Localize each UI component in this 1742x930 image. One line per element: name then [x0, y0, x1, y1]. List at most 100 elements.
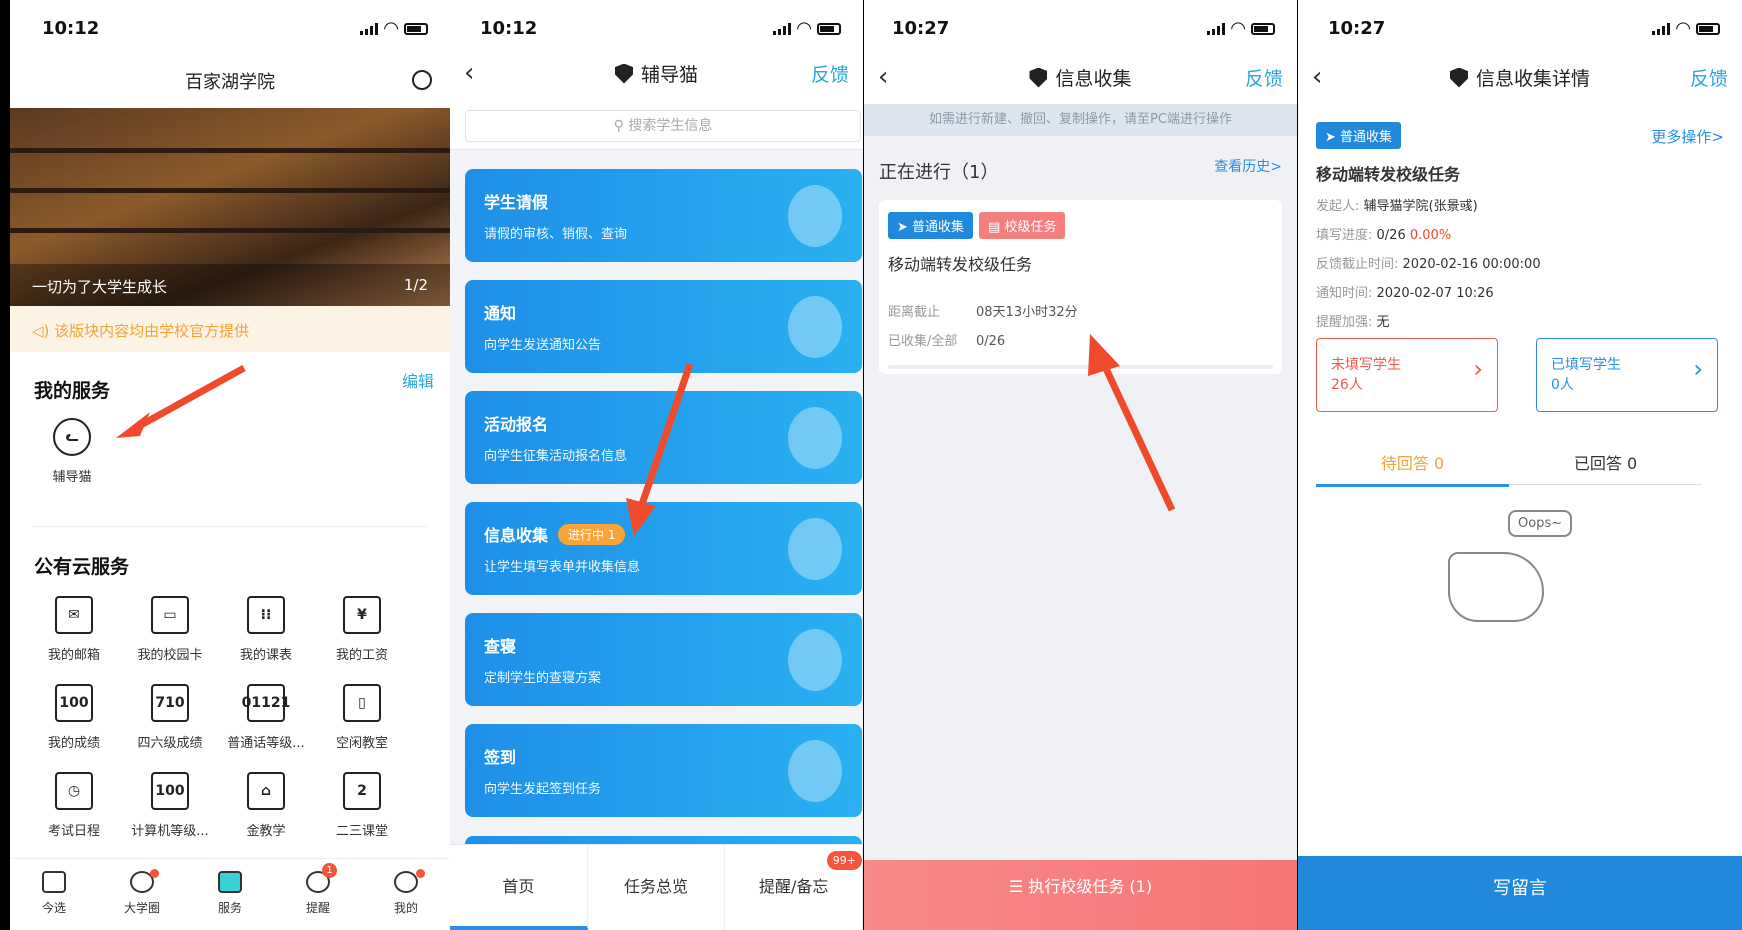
remind-value: 无 — [1376, 315, 1390, 330]
tab-daxuequan[interactable]: 大学圈 — [98, 859, 186, 930]
feature-card[interactable]: 信息收集 进行中 1 让学生填写表单并收集信息 — [465, 502, 862, 595]
tab-wode[interactable]: 我的 — [362, 859, 450, 930]
exam-icon: ◷ — [55, 772, 93, 810]
nav-bar: ‹ 信息收集详情 反馈 — [1298, 58, 1742, 98]
card-title: 信息收集 — [484, 526, 549, 545]
header: ‹ 辅导猫 反馈 ⚲ 搜索学生信息 — [450, 58, 863, 150]
status-bar: 10:27 ◠ — [1298, 0, 1742, 58]
mandarin-icon: 01121 — [242, 684, 290, 722]
tab-tixing[interactable]: 1 提醒 — [274, 859, 362, 930]
tab-pending[interactable]: 待回答 0 — [1316, 450, 1509, 487]
notify-value: 2020-02-07 10:26 — [1376, 286, 1494, 301]
nav-title: 信息收集详情 — [1475, 68, 1590, 90]
tab-label: 提醒 — [305, 901, 330, 915]
back-icon[interactable]: ‹ — [464, 58, 474, 88]
collected-label: 已收集/全部 — [888, 334, 958, 349]
tab-answered[interactable]: 已回答 0 — [1509, 450, 1702, 485]
tab-label: 服务 — [217, 901, 242, 915]
status-time: 10:27 — [892, 18, 950, 39]
collected-value: 0/26 — [976, 334, 1006, 349]
signal-icon — [773, 22, 792, 35]
unfilled-students-button[interactable]: 未填写学生 26人 › — [1316, 338, 1498, 412]
initiator-label: 发起人: — [1316, 199, 1360, 214]
tab-jinxuan[interactable]: 今选 — [10, 859, 98, 930]
execute-task-button[interactable]: ☰ 执行校级任务 (1) — [864, 860, 1297, 930]
list-icon: ☰ — [1008, 877, 1029, 896]
back-icon[interactable]: ‹ — [1312, 62, 1322, 92]
tab-task-overview[interactable]: 任务总览 — [588, 845, 726, 930]
back-icon[interactable]: ‹ — [878, 62, 888, 92]
feature-card[interactable]: 签到 向学生发起签到任务 — [465, 724, 862, 817]
in-progress-heading: 正在进行（1） — [879, 162, 999, 183]
card-title: 活动报名 — [484, 415, 549, 434]
service-yen[interactable]: ¥ 我的工资 — [316, 596, 408, 663]
search-icon: ⚲ — [613, 118, 629, 134]
feature-card[interactable]: 通知 向学生发送通知公告 — [465, 280, 862, 373]
filled-students-button[interactable]: 已填写学生 0人 › — [1536, 338, 1718, 412]
deadline-value: 08天13小时32分 — [976, 305, 1078, 320]
tab-label: 我的 — [393, 901, 418, 915]
service-label: 空闲教室 — [335, 736, 388, 751]
speaker-icon: ◁) — [32, 322, 55, 340]
feedback-link[interactable]: 反馈 — [811, 60, 849, 87]
panel-info-collection: 10:27 ◠ ‹ 信息收集 反馈 如需进行新建、撤回、复制操作，请至PC端进行… — [864, 0, 1297, 930]
my-services-heading: 我的服务 — [34, 380, 111, 402]
status-time: 10:27 — [1328, 18, 1386, 39]
card-illustration-icon — [788, 185, 842, 247]
send-icon: ➤ — [897, 220, 913, 235]
banner-image[interactable]: 一切为了大学生成长 1/2 — [10, 108, 450, 306]
feature-card[interactable]: 活动报名 向学生征集活动报名信息 — [465, 391, 862, 484]
shield-icon — [614, 63, 633, 84]
service-envelope[interactable]: ✉ 我的邮箱 — [28, 596, 120, 663]
collected-row: 已收集/全部 0/26 — [888, 330, 1273, 349]
battery-icon — [817, 22, 841, 35]
wifi-icon: ◠ — [1676, 18, 1690, 39]
service-computer-level[interactable]: 100 计算机等级... — [124, 772, 216, 839]
service-score[interactable]: 100 我的成绩 — [28, 684, 120, 751]
service-card[interactable]: ▭ 我的校园卡 — [124, 596, 216, 663]
write-message-button[interactable]: 写留言 — [1298, 856, 1742, 930]
deadline-label: 反馈截止时间: — [1316, 257, 1399, 272]
tag-normal: ➤ 普通收集 — [888, 212, 974, 239]
second-classroom-icon: 2 — [343, 772, 381, 810]
unfilled-label: 未填写学生 — [1331, 357, 1401, 373]
status-badge: 进行中 1 — [558, 523, 626, 545]
feature-card[interactable]: 学生请假 请假的审核、销假、查询 — [465, 169, 862, 262]
tab-remind-memo[interactable]: 提醒/备忘 99+ — [725, 845, 863, 930]
annotation-arrow — [116, 364, 246, 438]
card-icon: ▭ — [151, 596, 189, 634]
feature-card[interactable]: 查寝 定制学生的查寝方案 — [465, 613, 862, 706]
service-cet[interactable]: 710 四六级成绩 — [124, 684, 216, 751]
score-icon: 100 — [55, 684, 93, 722]
service-classroom[interactable]: ▯ 空闲教室 — [316, 684, 408, 751]
task-card[interactable]: ➤ 普通收集 ▤ 校级任务 移动端转发校级任务 距离截止 08天13小时32分 已收… — [879, 200, 1282, 374]
service-exam[interactable]: ◷ 考试日程 — [28, 772, 120, 839]
fudaomao-service[interactable]: ᓚ 辅导猫 — [26, 418, 118, 485]
feedback-link[interactable]: 反馈 — [1245, 64, 1283, 91]
signal-icon — [1207, 22, 1226, 35]
feedback-link[interactable]: 反馈 — [1690, 64, 1728, 91]
notice-text: 该版块内容均由学校官方提供 — [54, 322, 250, 340]
tab-fuwu[interactable]: 服务 — [186, 859, 274, 930]
tag-school: ▤ 校级任务 — [979, 212, 1066, 239]
progress-row: 填写进度: 0/26 0.00% — [1316, 224, 1724, 243]
progress-percent: 0.00% — [1409, 228, 1452, 243]
search-input[interactable]: ⚲ 搜索学生信息 — [465, 110, 861, 142]
unfilled-count: 26人 — [1331, 377, 1363, 393]
more-actions-link[interactable]: 更多操作> — [1651, 126, 1724, 147]
service-jinjiaoxue[interactable]: ⌂ 金教学 — [220, 772, 312, 839]
service-label: 我的邮箱 — [47, 648, 100, 663]
service-second-classroom[interactable]: 2 二三课堂 — [316, 772, 408, 839]
battery-icon — [1696, 22, 1720, 35]
tab-home[interactable]: 首页 — [450, 845, 588, 930]
service-label: 普通话等级... — [227, 736, 305, 751]
computer-level-icon: 100 — [151, 772, 189, 810]
search-icon[interactable] — [412, 70, 432, 90]
task-title: 移动端转发校级任务 — [888, 255, 1033, 274]
history-link[interactable]: 查看历史> — [1214, 156, 1282, 176]
service-calendar[interactable]: ⁝⁝ 我的课表 — [220, 596, 312, 663]
banner-caption: 一切为了大学生成长 1/2 — [10, 264, 450, 306]
edit-link[interactable]: 编辑 — [402, 368, 434, 392]
service-mandarin[interactable]: 01121 普通话等级... — [220, 684, 312, 751]
panel-fudaomao: 10:12 ◠ ‹ 辅导猫 反馈 ⚲ 搜索学生信息 学生请假 请假的审核、销假、查… — [450, 0, 863, 930]
